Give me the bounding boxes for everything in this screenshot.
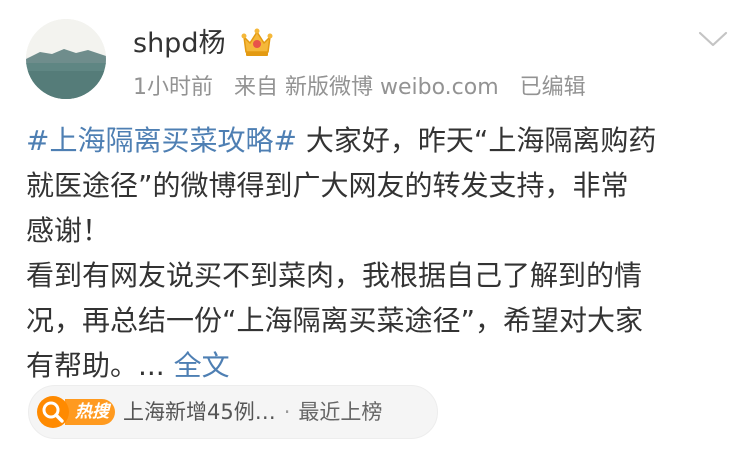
author-name[interactable]: shpd杨 bbox=[133, 27, 225, 61]
hashtag-link[interactable]: #上海隔离买菜攻略# bbox=[26, 124, 297, 157]
content-line-3: 感谢！ bbox=[26, 214, 111, 247]
content-text: 有帮助。... bbox=[26, 349, 174, 382]
avatar-landscape-icon bbox=[26, 19, 106, 99]
post-time[interactable]: 1小时前 bbox=[133, 75, 213, 100]
weibo-post-card: shpd杨 1小时前 来自 新版微博 weibo.com 已编辑 #上海隔离买菜… bbox=[0, 0, 750, 458]
post-meta: 1小时前 来自 新版微博 weibo.com 已编辑 bbox=[133, 73, 600, 103]
edited-label[interactable]: 已编辑 bbox=[520, 75, 586, 100]
hot-search-topic: 上海新增45例… bbox=[123, 400, 276, 424]
search-icon bbox=[37, 396, 69, 428]
content-line-4: 看到有网友说买不到菜肉，我根据自己了解到的情 bbox=[26, 259, 643, 292]
hot-search-separator: · bbox=[283, 400, 291, 424]
hot-search-text: 上海新增45例… · 最近上榜 bbox=[123, 398, 382, 426]
hot-search-pill[interactable]: 热搜 上海新增45例… · 最近上榜 bbox=[28, 385, 438, 439]
hot-search-badge: 热搜 bbox=[37, 396, 115, 428]
chevron-down-icon[interactable] bbox=[696, 27, 730, 51]
crown-member-icon bbox=[240, 26, 274, 60]
hot-search-status: 最近上榜 bbox=[298, 400, 383, 424]
content-line-1: #上海隔离买菜攻略# 大家好，昨天“上海隔离购药 bbox=[26, 118, 726, 163]
full-text-link[interactable]: 全文 bbox=[174, 349, 230, 382]
content-text: 大家好，昨天“上海隔离购药 bbox=[296, 124, 657, 157]
hot-search-badge-label: 热搜 bbox=[65, 399, 115, 425]
content-line-2: 就医途径”的微博得到广大网友的转发支持，非常 bbox=[26, 169, 629, 202]
avatar[interactable] bbox=[26, 19, 106, 99]
content-line-5: 况，再总结一份“上海隔离买菜途径”，希望对大家 bbox=[26, 304, 644, 337]
post-source: 来自 新版微博 weibo.com bbox=[234, 75, 499, 100]
post-content: #上海隔离买菜攻略# 大家好，昨天“上海隔离购药 就医途径”的微博得到广大网友的… bbox=[26, 118, 726, 388]
content-line-6: 有帮助。... 全文 bbox=[26, 343, 726, 388]
